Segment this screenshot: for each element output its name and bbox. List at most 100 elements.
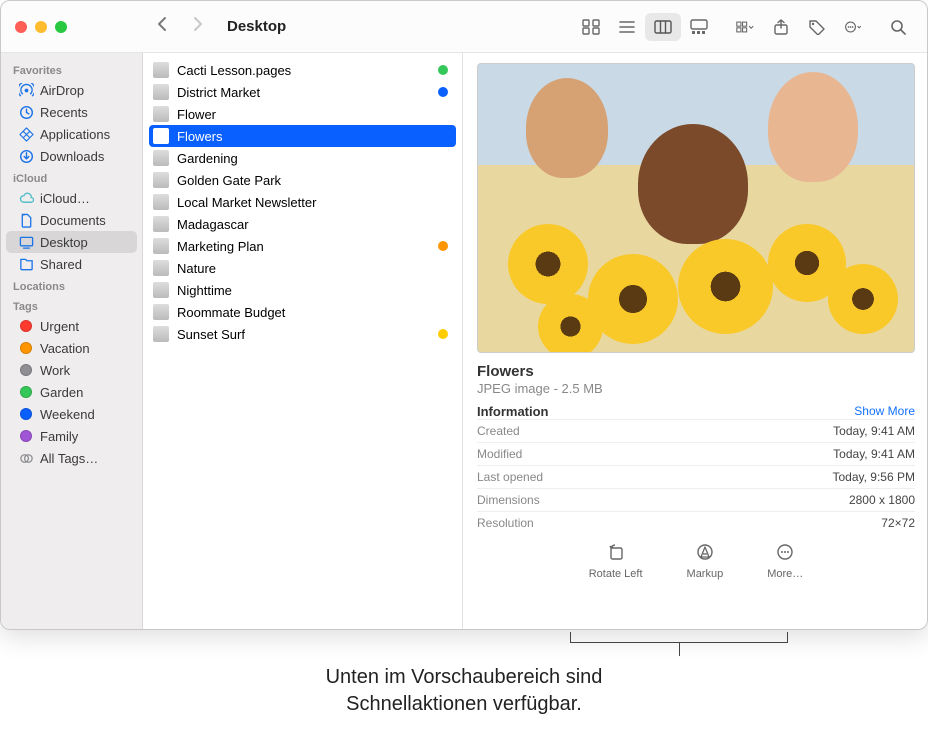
column-view-button[interactable] <box>645 13 681 41</box>
nav-arrows: Desktop <box>143 16 298 37</box>
quick-action-markup[interactable]: Markup <box>687 542 724 580</box>
shared-icon <box>18 256 34 272</box>
file-name: Cacti Lesson.pages <box>177 63 291 78</box>
file-row[interactable]: Golden Gate Park <box>149 169 456 191</box>
file-tag-dot <box>438 241 448 251</box>
download-icon <box>18 148 34 164</box>
sidebar-item[interactable]: Desktop <box>6 231 137 253</box>
file-icon <box>153 128 169 144</box>
file-icon <box>153 84 169 100</box>
sidebar-item[interactable]: Vacation <box>6 337 137 359</box>
sidebar-section-header: iCloud <box>1 167 142 187</box>
info-row: Last opened Today, 9:56 PM <box>477 465 915 488</box>
icon-view-button[interactable] <box>573 13 609 41</box>
bracket-icon <box>570 632 788 656</box>
quick-action-more[interactable]: More… <box>767 542 803 580</box>
rotate-icon <box>606 542 626 565</box>
sidebar-item-label: Work <box>40 363 70 378</box>
annotation-caption: Unten im Vorschaubereich sindSchnellakti… <box>0 664 928 718</box>
info-row: CreatedToday, 9:41 AM <box>477 419 915 442</box>
sidebar-item[interactable]: Applications <box>6 123 137 145</box>
info-key: Created <box>477 424 520 438</box>
forward-button[interactable] <box>189 16 205 37</box>
file-row[interactable]: Madagascar <box>149 213 456 235</box>
sidebar-item[interactable]: Shared <box>6 253 137 275</box>
tag-icon <box>18 384 34 400</box>
zoom-button[interactable] <box>55 21 67 33</box>
minimize-button[interactable] <box>35 21 47 33</box>
file-icon <box>153 172 169 188</box>
file-row[interactable]: Roommate Budget <box>149 301 456 323</box>
search-button[interactable] <box>881 13 917 41</box>
back-button[interactable] <box>155 16 171 37</box>
sidebar-item[interactable]: Family <box>6 425 137 447</box>
cloud-icon <box>18 190 34 206</box>
group-by-button[interactable] <box>727 13 763 41</box>
file-row[interactable]: Local Market Newsletter <box>149 191 456 213</box>
file-name: Sunset Surf <box>177 327 245 342</box>
file-row[interactable]: Cacti Lesson.pages <box>149 59 456 81</box>
sidebar-item[interactable]: Work <box>6 359 137 381</box>
sidebar-item[interactable]: Recents <box>6 101 137 123</box>
window-body: FavoritesAirDropRecentsApplicationsDownl… <box>1 53 927 629</box>
window-title: Desktop <box>223 18 286 35</box>
clock-icon <box>18 104 34 120</box>
file-row[interactable]: Sunset Surf <box>149 323 456 345</box>
sidebar-item[interactable]: Garden <box>6 381 137 403</box>
info-key: Dimensions <box>477 493 540 507</box>
sidebar-item[interactable]: Documents <box>6 209 137 231</box>
tag-icon <box>18 406 34 422</box>
file-icon <box>153 238 169 254</box>
file-row[interactable]: Nighttime <box>149 279 456 301</box>
info-row: Dimensions 2800 x 1800 <box>477 488 915 511</box>
sidebar-item[interactable]: Urgent <box>6 315 137 337</box>
sidebar-item[interactable]: Weekend <box>6 403 137 425</box>
info-key: Modified <box>477 447 522 461</box>
file-row[interactable]: Flowers <box>149 125 456 147</box>
file-name: Gardening <box>177 151 238 166</box>
preview-filename: Flowers <box>477 363 915 380</box>
preview-pane: Flowers JPEG image - 2.5 MB Information … <box>463 53 927 629</box>
sidebar-item[interactable]: iCloud… <box>6 187 137 209</box>
sidebar-item[interactable]: AirDrop <box>6 79 137 101</box>
quick-actions: Rotate Left Markup More… <box>477 542 915 580</box>
file-name: Roommate Budget <box>177 305 285 320</box>
file-row[interactable]: Marketing Plan <box>149 235 456 257</box>
sidebar-item-label: Urgent <box>40 319 79 334</box>
sidebar-item-label: Weekend <box>40 407 95 422</box>
file-icon <box>153 62 169 78</box>
sidebar-item-label: All Tags… <box>40 451 98 466</box>
close-button[interactable] <box>15 21 27 33</box>
file-icon <box>153 150 169 166</box>
file-name: Local Market Newsletter <box>177 195 316 210</box>
toolbar-search <box>881 13 927 41</box>
sidebar-item[interactable]: All Tags… <box>6 447 137 469</box>
info-key: Last opened <box>477 470 543 484</box>
list-view-button[interactable] <box>609 13 645 41</box>
file-row[interactable]: District Market <box>149 81 456 103</box>
file-tag-dot <box>438 329 448 339</box>
share-button[interactable] <box>763 13 799 41</box>
tags-button[interactable] <box>799 13 835 41</box>
file-name: Nature <box>177 261 216 276</box>
sidebar-item-label: Downloads <box>40 149 104 164</box>
gallery-view-button[interactable] <box>681 13 717 41</box>
info-value: 2800 x 1800 <box>849 493 915 507</box>
sidebar-item-label: Documents <box>40 213 106 228</box>
file-row[interactable]: Flower <box>149 103 456 125</box>
window-controls <box>1 21 143 33</box>
airdrop-icon <box>18 82 34 98</box>
file-row[interactable]: Nature <box>149 257 456 279</box>
sidebar-item-label: AirDrop <box>40 83 84 98</box>
more-actions-button[interactable] <box>835 13 871 41</box>
quick-action-rotate[interactable]: Rotate Left <box>589 542 643 580</box>
info-value: Today, 9:56 PM <box>833 470 916 484</box>
file-row[interactable]: Gardening <box>149 147 456 169</box>
file-name: Madagascar <box>177 217 249 232</box>
desktop-icon <box>18 234 34 250</box>
show-more-link[interactable]: Show More <box>854 404 915 419</box>
sidebar-item-label: Shared <box>40 257 82 272</box>
tag-icon <box>18 362 34 378</box>
alltags-icon <box>18 450 34 466</box>
sidebar-item[interactable]: Downloads <box>6 145 137 167</box>
